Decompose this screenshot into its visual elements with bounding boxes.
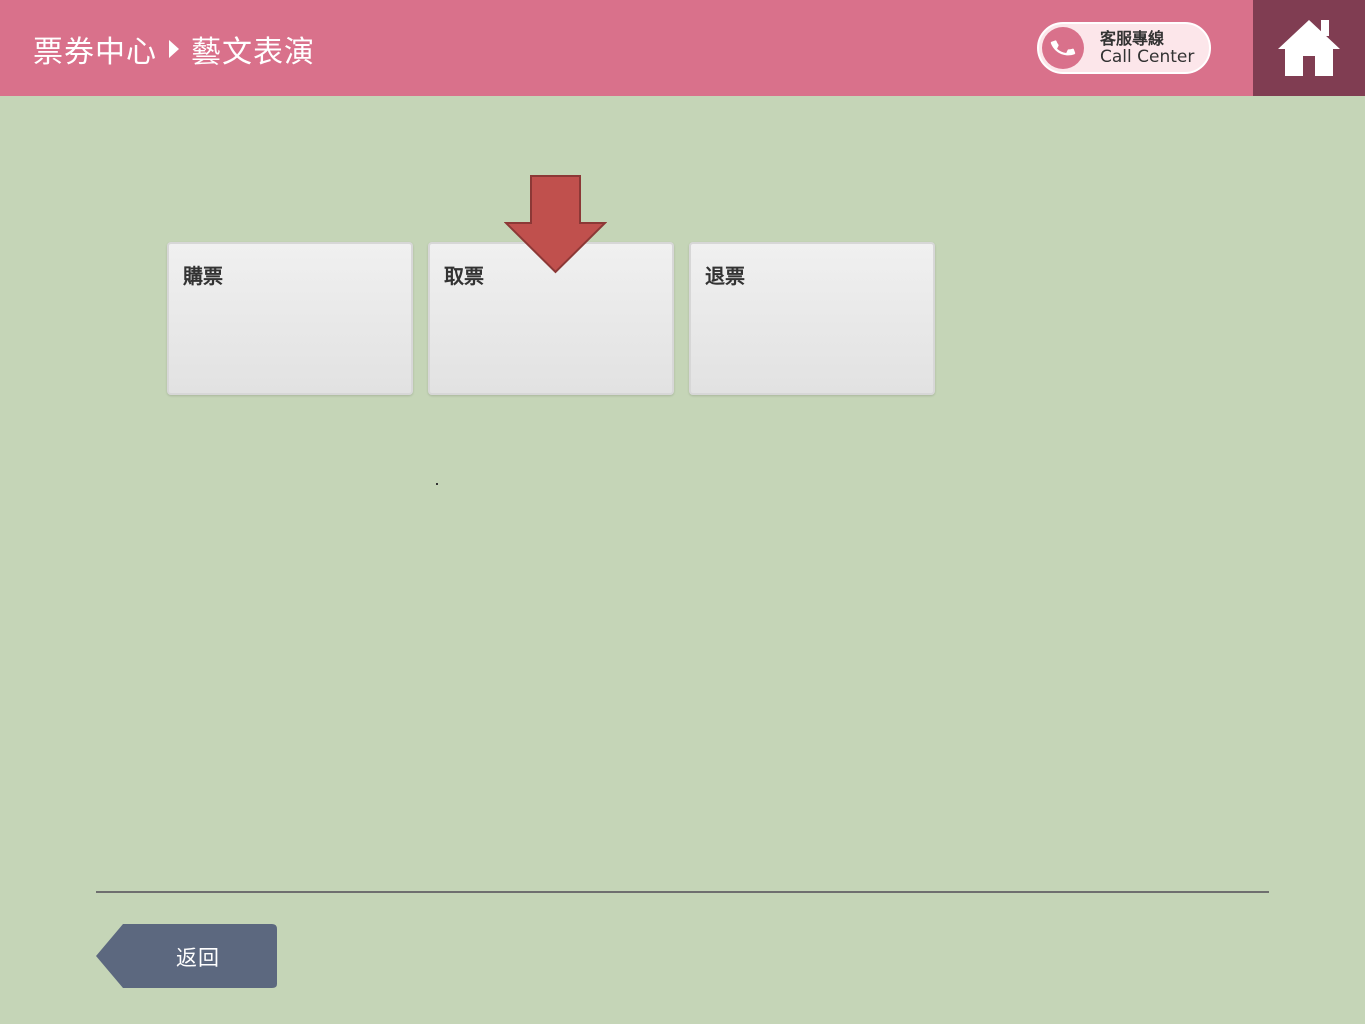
breadcrumb-item-ticket-center[interactable]: 票券中心 <box>33 27 157 71</box>
top-bar: 票券中心 藝文表演 客服專線 Call Center <box>0 0 1253 96</box>
refund-ticket-label: 退票 <box>705 264 745 288</box>
footer-divider <box>96 891 1269 893</box>
buy-ticket-button[interactable]: 購票 <box>167 242 413 395</box>
back-label: 返回 <box>176 947 220 970</box>
breadcrumb: 票券中心 藝文表演 <box>33 26 315 72</box>
call-center-text: 客服專線 Call Center <box>1100 29 1194 67</box>
breadcrumb-item-performing-arts: 藝文表演 <box>191 35 315 70</box>
refund-ticket-button[interactable]: 退票 <box>689 242 935 395</box>
back-button[interactable]: 返回 <box>95 924 278 989</box>
breadcrumb-separator-icon <box>169 40 179 58</box>
call-center-button[interactable]: 客服專線 Call Center <box>1037 22 1211 74</box>
home-button[interactable] <box>1253 0 1365 96</box>
down-arrow-icon <box>504 175 607 274</box>
call-center-label-zh: 客服專線 <box>1100 29 1165 48</box>
stray-dot <box>436 483 438 485</box>
home-icon <box>1278 20 1340 76</box>
buy-ticket-label: 購票 <box>183 264 223 288</box>
pickup-ticket-label: 取票 <box>444 264 484 288</box>
call-center-label-en: Call Center <box>1100 47 1195 67</box>
phone-icon <box>1042 27 1084 69</box>
